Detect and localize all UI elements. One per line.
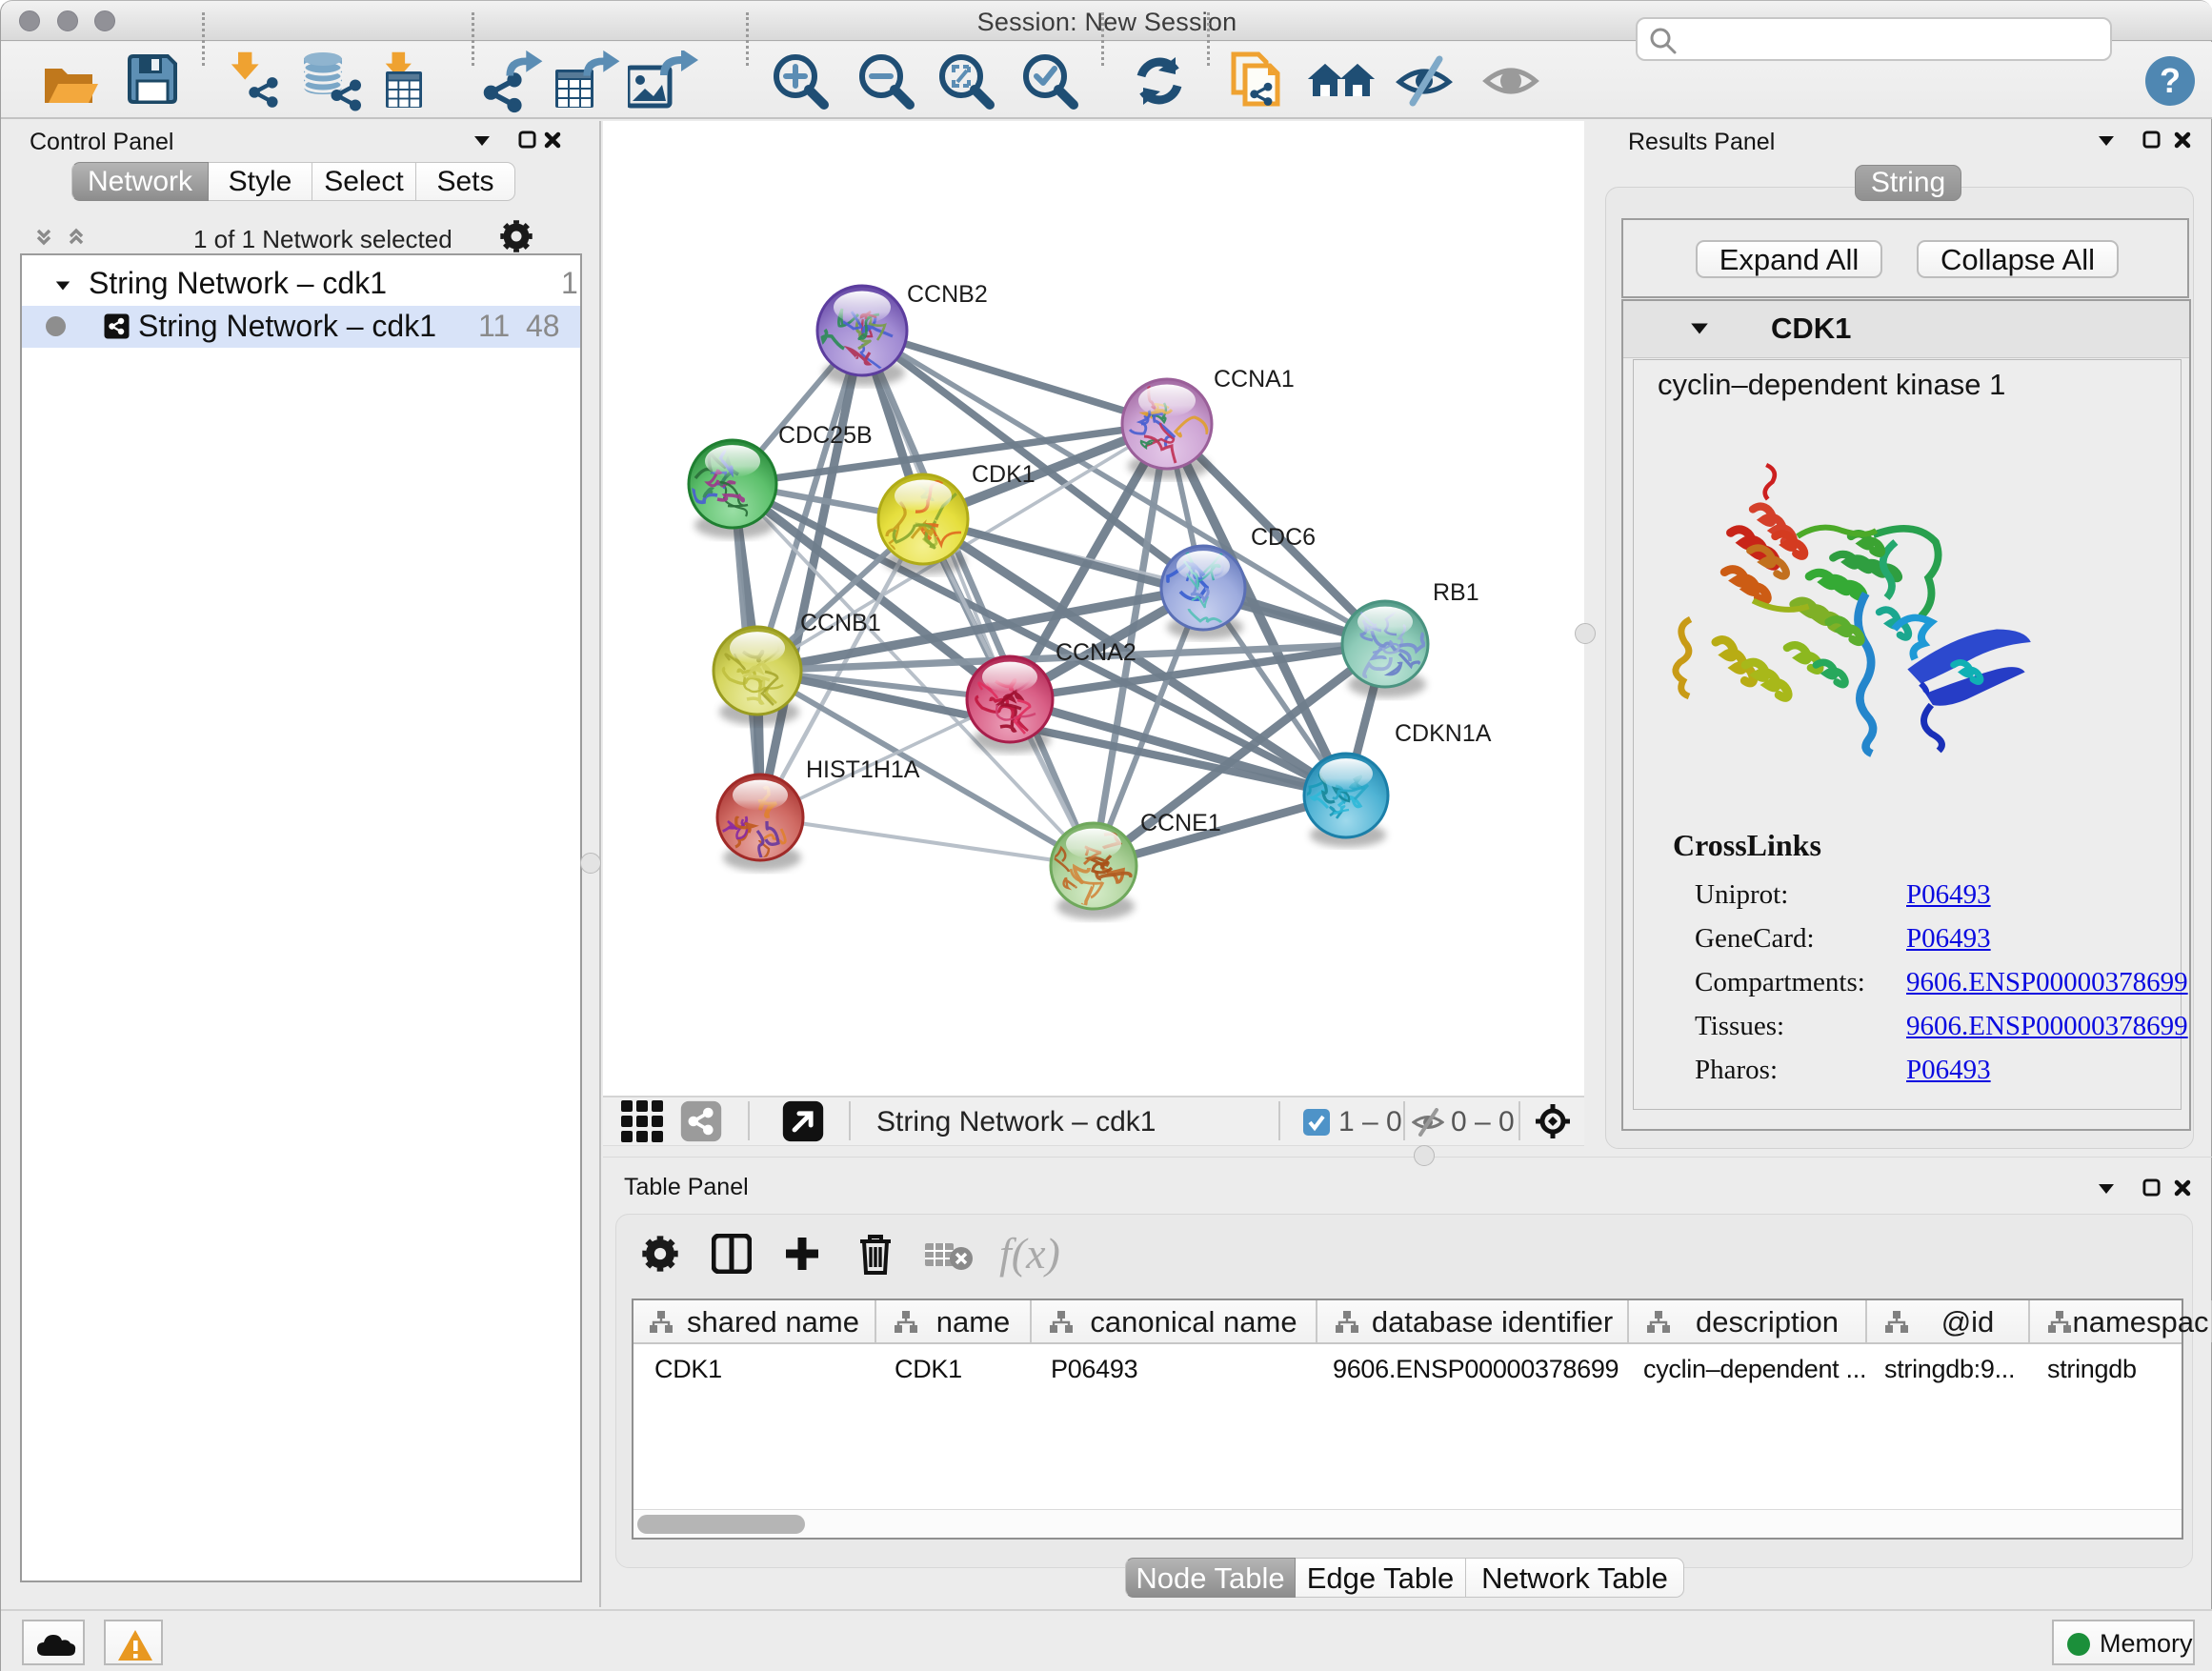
svg-text:CDC6: CDC6 — [1251, 524, 1316, 551]
svg-text:CCNB1: CCNB1 — [800, 610, 881, 636]
svg-text:CCNE1: CCNE1 — [1140, 810, 1221, 836]
svg-text:CCNB2: CCNB2 — [907, 281, 988, 308]
svg-text:CDKN1A: CDKN1A — [1395, 720, 1492, 747]
svg-text:CCNA2: CCNA2 — [1056, 639, 1136, 666]
svg-text:HIST1H1A: HIST1H1A — [806, 756, 920, 783]
svg-text:RB1: RB1 — [1433, 579, 1479, 606]
svg-text:CDC25B: CDC25B — [778, 422, 873, 449]
svg-text:?: ? — [2160, 61, 2181, 100]
svg-text:CCNA1: CCNA1 — [1214, 366, 1295, 393]
svg-text:CDK1: CDK1 — [972, 461, 1036, 488]
